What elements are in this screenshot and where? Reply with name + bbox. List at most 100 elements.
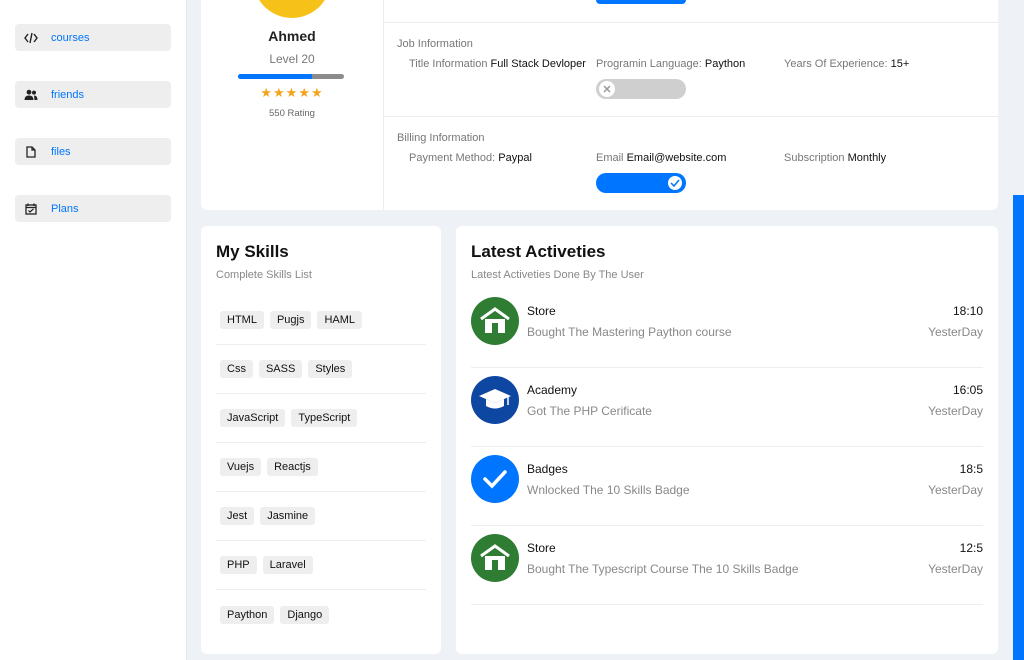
- skills-card: My Skills Complete Skills List HTML Pugj…: [201, 226, 441, 654]
- activity-item[interactable]: Academy Got The PHP Cerificate 16:05 Yes…: [471, 368, 983, 447]
- activity-day: YesterDay: [928, 483, 983, 497]
- activities-card: Latest Activeties Latest Activeties Done…: [456, 226, 998, 654]
- skill-tag: Styles: [308, 360, 353, 378]
- subscription-field: Subscription Monthly: [784, 152, 886, 164]
- activity-description: Got The PHP Cerificate: [527, 404, 652, 418]
- skill-tag: Laravel: [262, 556, 313, 574]
- activity-time: 16:05: [952, 383, 983, 397]
- activity-day: YesterDay: [928, 325, 983, 339]
- field-label: Payment Method:: [409, 152, 496, 164]
- activity-time: 12:5: [959, 541, 983, 555]
- activity-item[interactable]: Badges Wnlocked The 10 Skills Badge 18:5…: [471, 447, 983, 526]
- field-value: Paython: [704, 58, 746, 70]
- email-field: Email Email@website.com: [596, 152, 726, 164]
- sidebar-item-friends[interactable]: friends: [15, 81, 171, 108]
- check-badge-icon: [471, 455, 519, 503]
- field-label: Subscription: [784, 152, 845, 164]
- store-icon: [471, 297, 519, 345]
- skill-tag: JavaScript: [220, 409, 286, 427]
- skill-row: HTML Pugjs HAML: [216, 296, 426, 345]
- activity-title: Academy: [527, 383, 578, 397]
- job-title-field: Title Information Full Stack Devloper: [409, 58, 586, 70]
- skill-tag: HTML: [220, 311, 264, 329]
- language-field: Programin Language: Paython: [596, 58, 745, 70]
- activity-time: 18:5: [959, 462, 983, 476]
- sidebar-item-label: files: [51, 145, 71, 158]
- section-title: Job Information: [397, 38, 473, 50]
- field-value: Monthly: [847, 152, 887, 164]
- toggle-switch-partial[interactable]: [596, 0, 686, 4]
- rating-stars-icon: ★★★★★: [260, 85, 324, 100]
- level-progress-fill: [238, 74, 313, 79]
- skill-tag: Reactjs: [267, 458, 318, 476]
- card-title: Latest Activeties: [471, 242, 606, 261]
- field-value: 15+: [890, 58, 910, 70]
- skill-row: Css SASS Styles: [216, 345, 426, 394]
- store-icon: [471, 534, 519, 582]
- card-title: My Skills: [216, 242, 289, 261]
- sidebar-item-label: friends: [51, 88, 85, 101]
- card-subtitle: Complete Skills List: [216, 269, 312, 281]
- activity-title: Store: [527, 541, 556, 555]
- activity-title: Badges: [527, 462, 568, 476]
- field-label: Title Information: [409, 58, 488, 70]
- skill-tag: Paython: [220, 605, 275, 624]
- skill-tag: PHP: [220, 556, 257, 574]
- activity-description: Bought The Mastering Paython course: [527, 325, 732, 339]
- skill-tag: Css: [220, 360, 253, 378]
- code-icon: [23, 30, 39, 46]
- users-icon: [23, 87, 39, 103]
- field-value: Paypal: [498, 152, 532, 164]
- billing-information-section: Billing Information Payment Method: Payp…: [383, 116, 998, 210]
- skill-tag: TypeScript: [291, 409, 358, 427]
- skill-tag: Django: [280, 605, 330, 624]
- skill-tag: Vuejs: [220, 458, 262, 476]
- calendar-icon: [23, 201, 39, 217]
- payment-method-field: Payment Method: Paypal: [409, 152, 532, 164]
- card-subtitle: Latest Activeties Done By The User: [471, 269, 644, 281]
- field-label: Email: [596, 152, 624, 164]
- profile-card: Ahmed Level 20 ★★★★★ 550 Rating Job Info…: [201, 0, 998, 210]
- field-label: Years Of Experience:: [784, 58, 888, 70]
- sidebar-item-files[interactable]: files: [15, 138, 171, 165]
- skill-tag: Pugjs: [269, 311, 312, 329]
- profile-level: Level 20: [269, 52, 315, 66]
- sidebar-item-label: Plans: [51, 202, 79, 215]
- graduation-cap-icon: [471, 376, 519, 424]
- level-progress-bar: [238, 74, 344, 79]
- skill-tag: Jest: [220, 507, 255, 525]
- skill-row: Paython Django: [216, 590, 426, 639]
- sidebar-item-plans[interactable]: Plans: [15, 195, 171, 222]
- skill-tag: Jasmine: [260, 507, 316, 525]
- skill-row: Jest Jasmine: [216, 492, 426, 541]
- check-icon: [667, 175, 683, 191]
- activity-time: 18:10: [952, 304, 983, 318]
- skill-row: PHP Laravel: [216, 541, 426, 590]
- activity-day: YesterDay: [928, 562, 983, 576]
- activity-item[interactable]: Store Bought The Typescript Course The 1…: [471, 526, 983, 605]
- toggle-switch-on[interactable]: [596, 173, 686, 193]
- experience-field: Years Of Experience: 15+: [784, 58, 909, 70]
- activity-day: YesterDay: [928, 404, 983, 418]
- scrollbar[interactable]: [1013, 195, 1024, 660]
- sidebar: courses friends files Plans: [0, 0, 187, 660]
- file-icon: [23, 144, 39, 160]
- skill-tag: HAML: [317, 311, 363, 329]
- skill-row: Vuejs Reactjs: [216, 443, 426, 492]
- skill-row: JavaScript TypeScript: [216, 394, 426, 443]
- activity-description: Wnlocked The 10 Skills Badge: [527, 483, 690, 497]
- field-label: Programin Language:: [596, 58, 702, 70]
- field-value: Full Stack Devloper: [490, 58, 586, 70]
- profile-name: Ahmed: [268, 28, 316, 44]
- section-title: Billing Information: [397, 132, 485, 144]
- sidebar-item-courses[interactable]: courses: [15, 24, 171, 51]
- job-information-section: Job Information Title Information Full S…: [383, 22, 998, 117]
- toggle-switch-off[interactable]: [596, 79, 686, 99]
- activity-item[interactable]: Store Bought The Mastering Paython cours…: [471, 289, 983, 368]
- skill-tag: SASS: [258, 360, 303, 378]
- rating-count: 550 Rating: [269, 108, 315, 119]
- field-value: Email@website.com: [626, 152, 727, 164]
- activity-title: Store: [527, 304, 556, 318]
- activity-description: Bought The Typescript Course The 10 Skil…: [527, 562, 799, 576]
- sidebar-item-label: courses: [51, 31, 90, 44]
